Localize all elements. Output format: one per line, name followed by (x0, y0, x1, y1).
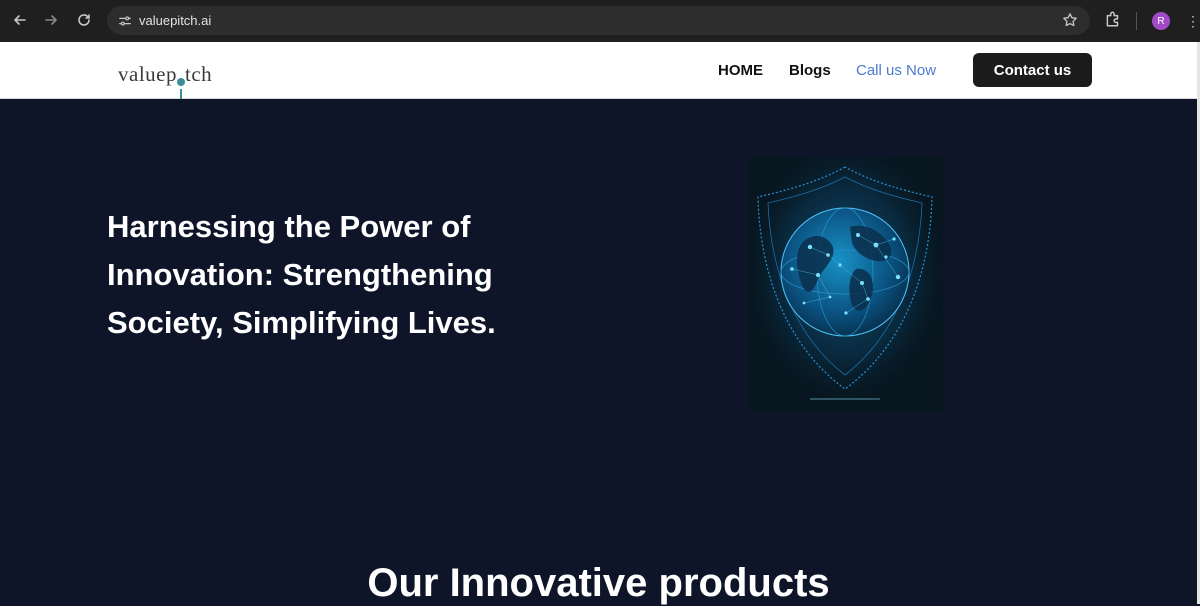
browser-toolbar: valuepitch.ai R ⋮ (0, 0, 1200, 42)
browser-menu-icon[interactable]: ⋮ (1186, 12, 1200, 30)
hero-title: Harnessing the Power of Innovation: Stre… (107, 209, 496, 340)
extensions-icon[interactable] (1104, 10, 1122, 33)
arrow-right-icon (45, 15, 57, 25)
site-header: valuep tch HOME Blogs Call us Now Contact… (0, 42, 1197, 99)
site-info-icon[interactable] (115, 11, 135, 31)
site-logo[interactable]: valuep tch (118, 62, 213, 99)
logo-text-start: valuep (118, 62, 177, 86)
url-text[interactable]: valuepitch.ai (139, 13, 211, 28)
logo-text-end: tch (184, 62, 213, 86)
reload-icon (78, 14, 90, 26)
profile-avatar[interactable]: R (1152, 12, 1170, 30)
arrow-left-icon (14, 15, 26, 25)
globe-shield-icon (748, 157, 943, 412)
globe-shield-illustration (748, 157, 943, 412)
forward-button[interactable] (39, 8, 63, 32)
nav-call-link[interactable]: Call us Now (856, 62, 936, 79)
address-bar[interactable]: valuepitch.ai (107, 6, 1090, 35)
toolbar-divider (1136, 12, 1137, 30)
reload-button[interactable] (72, 8, 96, 32)
back-button[interactable] (8, 8, 32, 32)
hero-section: Harnessing the Power of Innovation: Stre… (0, 99, 1197, 605)
products-section-title: Our Innovative products (367, 561, 830, 605)
nav-blogs-link[interactable]: Blogs (789, 62, 831, 79)
bookmark-star-icon[interactable] (1062, 12, 1078, 33)
contact-us-button[interactable]: Contact us (973, 53, 1092, 87)
nav-home-link[interactable]: HOME (718, 62, 763, 79)
